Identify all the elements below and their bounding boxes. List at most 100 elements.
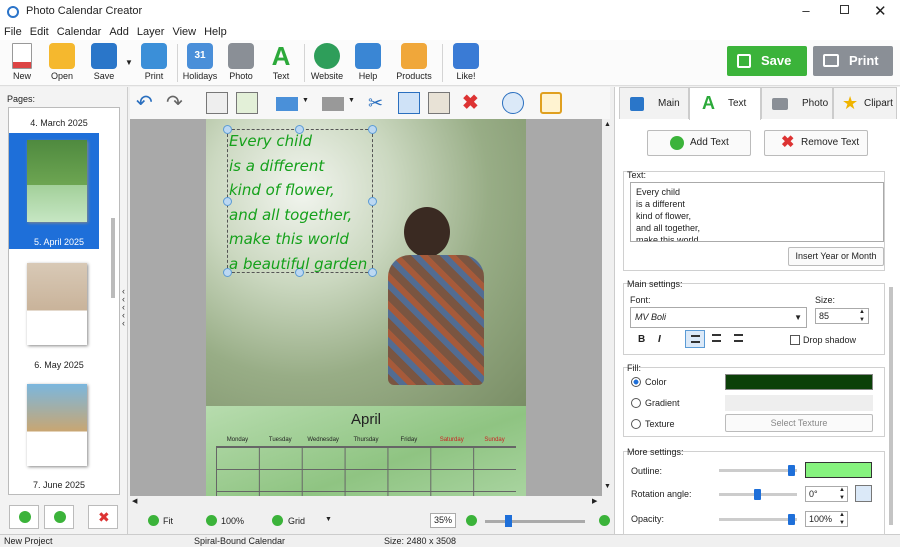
- website-button[interactable]: Website: [307, 42, 347, 84]
- scroll-right-icon[interactable]: ▶: [592, 497, 597, 505]
- send-backward-icon[interactable]: [236, 92, 258, 114]
- fill-color-radio[interactable]: [631, 377, 641, 387]
- canvas-vertical-scrollbar[interactable]: ▲ ▼: [602, 119, 614, 496]
- collapse-handle[interactable]: ‹ ‹ ‹ ‹ ‹: [122, 287, 125, 328]
- help-button[interactable]: Help: [348, 42, 388, 84]
- new-button[interactable]: New: [2, 42, 42, 84]
- rotation-slider-knob[interactable]: [754, 489, 761, 500]
- page-thumb-may[interactable]: [27, 263, 87, 345]
- menu-calendar[interactable]: Calendar: [53, 24, 106, 40]
- open-button[interactable]: Open: [42, 42, 82, 84]
- grid-button[interactable]: Grid: [288, 516, 305, 526]
- gradient-swatch[interactable]: [725, 395, 873, 411]
- save-dropdown-icon[interactable]: ▼: [125, 58, 133, 67]
- canvas-horizontal-scrollbar[interactable]: ◀ ▶: [130, 496, 602, 508]
- menu-edit[interactable]: Edit: [26, 24, 53, 40]
- save-toolbar-button[interactable]: Save: [84, 42, 124, 84]
- text-resize-handle-br[interactable]: [368, 268, 377, 277]
- page-list-scrollbar[interactable]: [111, 218, 115, 298]
- opacity-slider-knob[interactable]: [788, 514, 795, 525]
- opacity-slider[interactable]: [719, 518, 797, 521]
- text-resize-handle-tr[interactable]: [368, 125, 377, 134]
- align-center-button[interactable]: [707, 330, 727, 348]
- text-button[interactable]: A Text: [261, 42, 301, 84]
- select-texture-button[interactable]: Select Texture: [725, 414, 873, 432]
- like-button[interactable]: Like!: [446, 42, 486, 84]
- calendar-page[interactable]: Every child is a different kind of flowe…: [206, 119, 526, 496]
- scroll-left-icon[interactable]: ◀: [132, 497, 137, 505]
- child-photo[interactable]: [388, 207, 500, 405]
- zoom-slider[interactable]: [485, 520, 585, 523]
- zoom-value-field[interactable]: 35%: [430, 513, 456, 528]
- align-right-button[interactable]: [729, 330, 749, 348]
- lock-icon[interactable]: [540, 92, 562, 114]
- zoom-slider-knob[interactable]: [505, 515, 512, 527]
- grid-dropdown-icon[interactable]: ▼: [325, 516, 332, 523]
- delete-page-button[interactable]: ✖: [88, 505, 118, 529]
- scroll-up-icon[interactable]: ▲: [604, 121, 611, 128]
- duplicate-page-button[interactable]: [44, 505, 74, 529]
- rotation-stepper-arrows-icon[interactable]: ▲ ▼: [839, 486, 845, 502]
- align-dropdown-icon[interactable]: ▼: [302, 97, 309, 104]
- align-icon[interactable]: [276, 97, 298, 111]
- settings-icon[interactable]: [502, 92, 524, 114]
- page-label-may[interactable]: 6. May 2025: [9, 360, 109, 370]
- tab-photo[interactable]: Photo: [761, 87, 833, 119]
- opacity-stepper-arrows-icon[interactable]: ▲ ▼: [839, 511, 845, 527]
- zoom-in-icon[interactable]: [599, 515, 610, 526]
- font-select[interactable]: MV Boli ▼: [630, 307, 807, 328]
- tab-main[interactable]: Main: [619, 87, 689, 119]
- paste-icon[interactable]: [428, 92, 450, 114]
- save-big-button[interactable]: Save: [727, 46, 807, 76]
- insert-year-button[interactable]: Insert Year or Month: [788, 247, 884, 266]
- distribute-dropdown-icon[interactable]: ▼: [348, 97, 355, 104]
- scroll-down-icon[interactable]: ▼: [604, 483, 611, 490]
- print-toolbar-button[interactable]: Print: [134, 42, 174, 84]
- zoom-100-button[interactable]: 100%: [221, 516, 244, 526]
- menu-view[interactable]: View: [168, 24, 200, 40]
- text-resize-handle-mr[interactable]: [368, 197, 377, 206]
- page-label-march[interactable]: 4. March 2025: [9, 118, 109, 128]
- text-editor[interactable]: Every child is a different kind of flowe…: [630, 182, 884, 242]
- bold-button[interactable]: B: [638, 334, 645, 345]
- panel-scrollbar[interactable]: [889, 287, 893, 525]
- menu-help[interactable]: Help: [200, 24, 231, 40]
- distribute-icon[interactable]: [322, 97, 344, 111]
- grid-icon[interactable]: [272, 515, 283, 526]
- drop-shadow-checkbox[interactable]: [790, 335, 800, 345]
- copy-icon[interactable]: [398, 92, 420, 114]
- zoom-100-icon[interactable]: [206, 515, 217, 526]
- zoom-out-icon[interactable]: [466, 515, 477, 526]
- quote-text[interactable]: Every child is a different kind of flowe…: [229, 129, 367, 276]
- fill-color-swatch[interactable]: [725, 374, 873, 390]
- page-label-june[interactable]: 7. June 2025: [9, 480, 109, 490]
- page-label-april[interactable]: 5. April 2025: [9, 237, 109, 247]
- menu-file[interactable]: File: [0, 24, 26, 40]
- delete-icon[interactable]: ✖: [462, 92, 484, 114]
- menu-layer[interactable]: Layer: [133, 24, 169, 40]
- outline-slider-knob[interactable]: [788, 465, 795, 476]
- stepper-arrows-icon[interactable]: ▲ ▼: [859, 308, 865, 324]
- italic-button[interactable]: I: [658, 334, 661, 345]
- page-thumb-april[interactable]: [27, 140, 87, 222]
- outline-color-swatch[interactable]: [805, 462, 872, 478]
- add-text-button[interactable]: Add Text: [647, 130, 751, 156]
- close-button[interactable]: ✕: [874, 2, 887, 20]
- fill-texture-radio[interactable]: [631, 419, 641, 429]
- remove-text-button[interactable]: ✖ Remove Text: [764, 130, 868, 156]
- add-page-button[interactable]: [9, 505, 39, 529]
- undo-icon[interactable]: ↶: [136, 92, 158, 114]
- outline-slider[interactable]: [719, 469, 797, 472]
- cut-icon[interactable]: ✂: [368, 92, 390, 114]
- rotation-stepper[interactable]: 0° ▲ ▼: [805, 486, 848, 502]
- rotate-reset-icon[interactable]: [855, 485, 872, 502]
- calendar-grid-area[interactable]: April Monday Tuesday Wednesday Thursday …: [206, 406, 526, 496]
- opacity-stepper[interactable]: 100% ▲ ▼: [805, 511, 848, 527]
- holidays-button[interactable]: 31 Holidays: [180, 42, 220, 84]
- bring-forward-icon[interactable]: [206, 92, 228, 114]
- page-thumb-june[interactable]: [27, 384, 87, 466]
- align-left-button[interactable]: [685, 330, 705, 348]
- products-button[interactable]: Products: [394, 42, 434, 84]
- minimize-button[interactable]: –: [796, 3, 816, 18]
- tab-text[interactable]: A Text: [689, 87, 761, 120]
